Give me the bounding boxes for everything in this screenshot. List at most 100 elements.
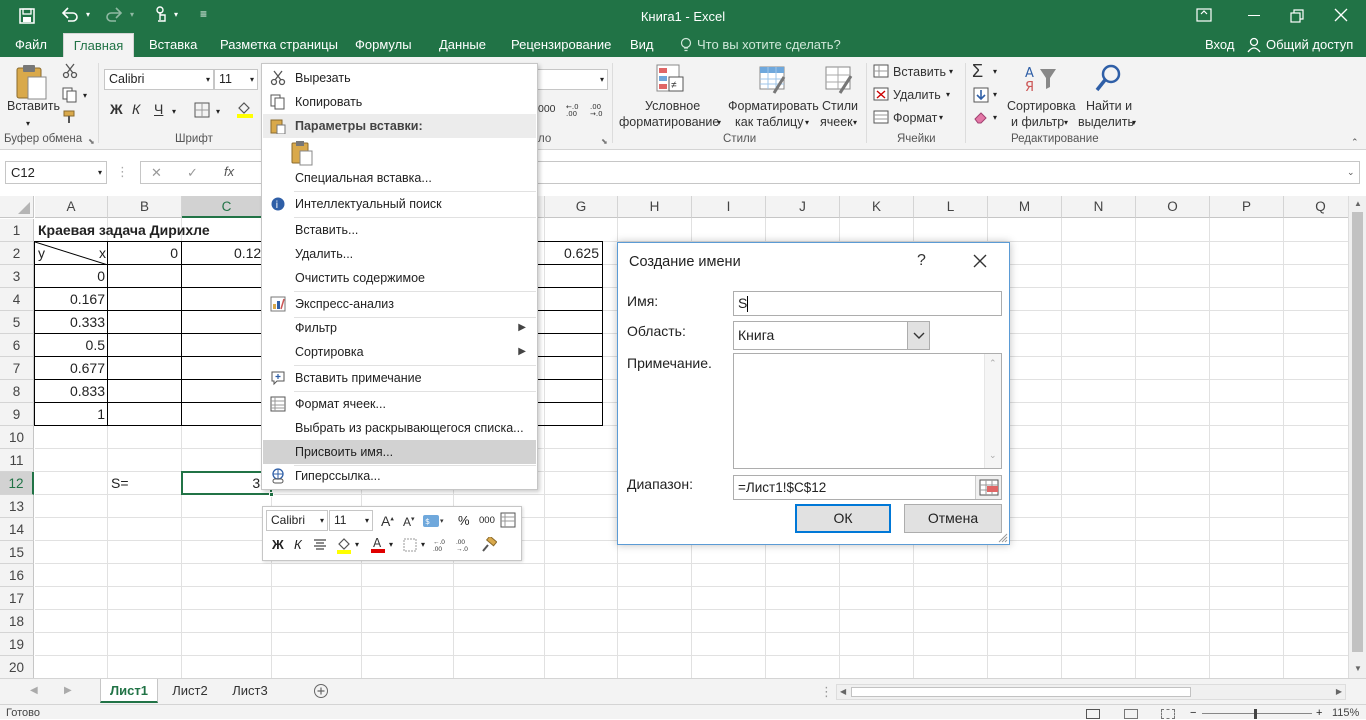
- column-header-k[interactable]: K: [840, 196, 914, 218]
- column-header-b[interactable]: B: [108, 196, 182, 218]
- sheet-tab-2[interactable]: Лист2: [162, 679, 218, 703]
- cond-format-label-2[interactable]: форматирование: [619, 115, 719, 129]
- menu-item-copy[interactable]: Копировать: [263, 90, 536, 114]
- cell-a7[interactable]: 0.677: [35, 357, 108, 380]
- chevron-down-icon[interactable]: ▾: [993, 67, 997, 76]
- column-header-a[interactable]: A: [35, 196, 108, 218]
- copy-icon[interactable]: [62, 87, 78, 103]
- zoom-slider-thumb[interactable]: [1254, 709, 1257, 719]
- add-sheet-icon[interactable]: [313, 683, 329, 699]
- chevron-down-icon[interactable]: ▾: [1064, 118, 1068, 127]
- row-header-20[interactable]: 20: [0, 656, 34, 678]
- name-box[interactable]: C12 ▾: [5, 161, 107, 184]
- column-header-l[interactable]: L: [914, 196, 988, 218]
- select-all-corner[interactable]: [0, 196, 34, 218]
- help-button[interactable]: ?: [917, 252, 926, 270]
- scroll-right-icon[interactable]: ▶: [1336, 687, 1342, 696]
- format-cells-icon[interactable]: [500, 512, 516, 528]
- row-header-13[interactable]: 13: [0, 495, 34, 518]
- format-table-label-1[interactable]: Форматировать: [728, 99, 819, 113]
- scope-dropdown-button[interactable]: [907, 322, 929, 349]
- mini-size-box[interactable]: 11 ▾: [329, 510, 373, 531]
- find-select-label-1[interactable]: Найти и: [1086, 99, 1132, 113]
- row-header-11[interactable]: 11: [0, 449, 34, 472]
- font-size-box[interactable]: 11 ▾: [214, 69, 258, 90]
- insert-cells-icon[interactable]: [873, 64, 889, 78]
- decrease-decimal-icon[interactable]: .00 →.0: [590, 101, 606, 117]
- confirm-entry-icon[interactable]: ✓: [187, 165, 198, 181]
- find-select-icon[interactable]: [1094, 63, 1124, 95]
- increase-decimal-icon[interactable]: ←.0.00: [566, 101, 582, 117]
- restore-icon[interactable]: [1290, 9, 1304, 23]
- menu-item-delete[interactable]: Удалить...: [263, 242, 536, 266]
- next-sheet-icon[interactable]: ▶: [64, 685, 72, 696]
- menu-item-format-cells[interactable]: Формат ячеек...: [263, 392, 536, 416]
- row-header-19[interactable]: 19: [0, 633, 34, 656]
- paste-dropdown-icon[interactable]: ▾: [26, 119, 30, 128]
- chevron-down-icon[interactable]: ▾: [206, 70, 210, 89]
- menu-item-filter[interactable]: Фильтр ▶: [263, 316, 536, 340]
- cell-g2[interactable]: 0.625: [529, 242, 602, 265]
- column-header-m[interactable]: M: [988, 196, 1062, 218]
- menu-item-cut[interactable]: Вырезать: [263, 66, 536, 90]
- menu-item-smart-lookup[interactable]: i Интеллектуальный поиск: [263, 192, 536, 216]
- row-header-9[interactable]: 9: [0, 403, 34, 426]
- menu-item-define-name[interactable]: Присвоить имя...: [263, 440, 536, 464]
- chevron-down-icon[interactable]: ▾: [946, 90, 950, 99]
- close-icon[interactable]: [1334, 8, 1348, 22]
- column-header-i[interactable]: I: [692, 196, 766, 218]
- font-name-box[interactable]: Calibri ▾: [104, 69, 214, 90]
- comment-scrollbar[interactable]: ⌃ ⌄: [984, 354, 1001, 468]
- menu-item-quick-analysis[interactable]: Экспресс-анализ: [263, 292, 536, 316]
- range-input[interactable]: =Лист1!$C$12: [733, 475, 1002, 500]
- horizontal-scroll-thumb[interactable]: [851, 687, 1191, 697]
- ribbon-display-icon[interactable]: [1196, 8, 1212, 22]
- insert-cells-button[interactable]: Вставить: [893, 65, 946, 79]
- increase-decimal-icon[interactable]: ←.0.00: [433, 537, 449, 553]
- scroll-down-icon[interactable]: ⌄: [989, 450, 997, 461]
- column-header-p[interactable]: P: [1210, 196, 1284, 218]
- cell-a1-title[interactable]: Краевая задача Дирихле: [35, 219, 213, 242]
- expand-formula-icon[interactable]: ⌄: [1347, 167, 1355, 178]
- cancel-button[interactable]: Отмена: [904, 504, 1002, 533]
- chevron-down-icon[interactable]: ▾: [365, 511, 369, 530]
- clipboard-launcher-icon[interactable]: ⬊: [88, 137, 95, 146]
- cell-a8[interactable]: 0.833: [35, 380, 108, 403]
- fill-icon[interactable]: [973, 87, 989, 103]
- cell-a4[interactable]: 0.167: [35, 288, 108, 311]
- row-header-1[interactable]: 1: [0, 219, 34, 242]
- comment-textarea[interactable]: ⌃ ⌄: [733, 353, 1002, 469]
- cell-b12[interactable]: S=: [108, 472, 132, 495]
- row-header-8[interactable]: 8: [0, 380, 34, 403]
- find-select-label-2[interactable]: выделить: [1078, 115, 1134, 129]
- page-break-view-icon[interactable]: [1161, 709, 1175, 719]
- tab-view[interactable]: Вид: [630, 33, 654, 57]
- paste-option-button[interactable]: [290, 140, 318, 168]
- autosum-icon[interactable]: Σ: [972, 61, 983, 82]
- insert-function-icon[interactable]: fx: [224, 164, 234, 179]
- menu-item-hyperlink[interactable]: Гиперссылка...: [263, 464, 536, 488]
- chevron-down-icon[interactable]: ▾: [805, 118, 809, 127]
- vertical-scrollbar[interactable]: ▲ ▼: [1348, 196, 1366, 678]
- scroll-down-icon[interactable]: ▼: [1354, 664, 1362, 673]
- menu-item-clear-contents[interactable]: Очистить содержимое: [263, 266, 536, 290]
- prev-sheet-icon[interactable]: ◀: [30, 685, 38, 696]
- mini-bold-button[interactable]: Ж: [272, 537, 284, 552]
- percent-style-button[interactable]: %: [458, 513, 470, 528]
- menu-item-insert[interactable]: Вставить...: [263, 218, 536, 242]
- column-header-g[interactable]: G: [545, 196, 618, 218]
- row-header-12[interactable]: 12: [0, 472, 34, 495]
- column-header-h[interactable]: H: [618, 196, 692, 218]
- fill-color-icon[interactable]: [336, 536, 352, 554]
- column-header-j[interactable]: J: [766, 196, 840, 218]
- range-picker-button[interactable]: [975, 476, 1001, 499]
- scroll-left-icon[interactable]: ◀: [840, 687, 846, 696]
- horizontal-scrollbar[interactable]: ◀ ▶: [836, 684, 1346, 700]
- zoom-level[interactable]: 115%: [1332, 707, 1359, 720]
- menu-item-insert-comment[interactable]: Вставить примечание: [263, 366, 536, 390]
- clear-icon[interactable]: [973, 109, 989, 125]
- cell-styles-label-2[interactable]: ячеек: [820, 115, 853, 129]
- column-header-q[interactable]: Q: [1284, 196, 1348, 218]
- format-cells-button[interactable]: Формат: [893, 111, 937, 125]
- fill-color-icon[interactable]: [236, 100, 254, 118]
